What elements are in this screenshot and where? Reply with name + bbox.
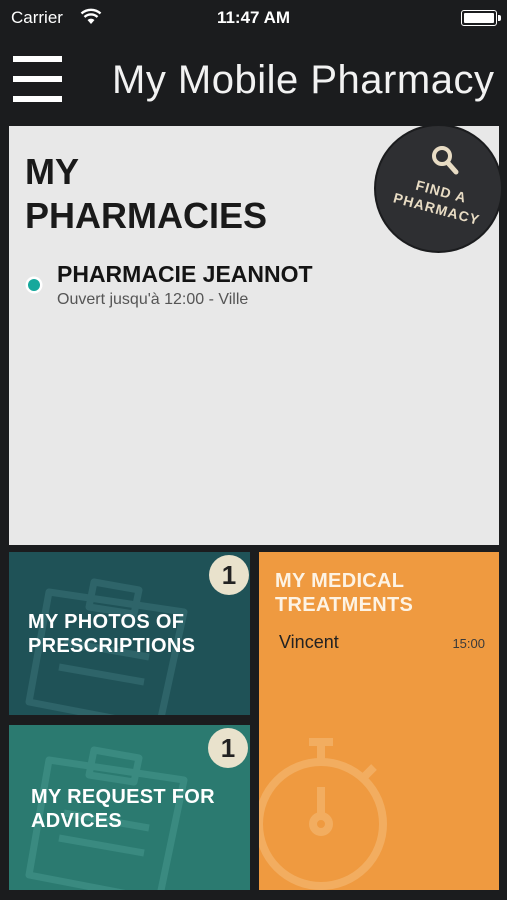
photos-of-prescriptions-label: MY PHOTOS OF PRESCRIPTIONS [28,611,196,657]
status-bar: Carrier 11:47 AM [0,0,507,36]
my-pharmacies-card: MY PHARMACIES FIND A PHARMACY PHARMACIE … [9,126,501,545]
open-status-dot [28,279,40,291]
photos-of-prescriptions-tile[interactable]: 1 MY PHOTOS OF PRESCRIPTIONS [9,552,250,715]
search-icon [432,146,459,175]
request-for-advices-tile[interactable]: 1 MY REQUEST FOR ADVICES [9,725,250,890]
request-for-advices-label: MY REQUEST FOR ADVICES [31,786,215,832]
pharmacy-name: PHARMACIE JEANNOT [57,261,313,287]
pharmacy-hours: Ouvert jusqu'à 12:00 - Ville [57,291,249,308]
treatment-time: 15:00 [452,636,485,651]
photos-count-badge: 1 [209,555,249,595]
advices-count-badge: 1 [208,728,248,768]
nav-bar: My Mobile Pharmacy [0,36,507,126]
find-pharmacy-label: FIND A PHARMACY [391,176,482,228]
medical-treatments-tile[interactable]: MY MEDICAL TREATMENTS Vincent 15:00 [259,552,499,890]
my-pharmacies-title: MY PHARMACIES [25,151,268,236]
medical-treatments-label: MY MEDICAL TREATMENTS [275,570,414,616]
clock: 11:47 AM [216,8,291,27]
treatment-patient-name: Vincent [279,632,339,652]
battery-icon [461,10,501,26]
app-title: My Mobile Pharmacy [112,58,495,102]
pharmacy-list-item[interactable]: PHARMACIE JEANNOT Ouvert jusqu'à 12:00 -… [26,261,466,311]
hamburger-menu-icon[interactable] [13,56,62,106]
treatment-entry[interactable]: Vincent 15:00 [279,632,485,656]
find-pharmacy-button[interactable]: FIND A PHARMACY [376,126,501,251]
